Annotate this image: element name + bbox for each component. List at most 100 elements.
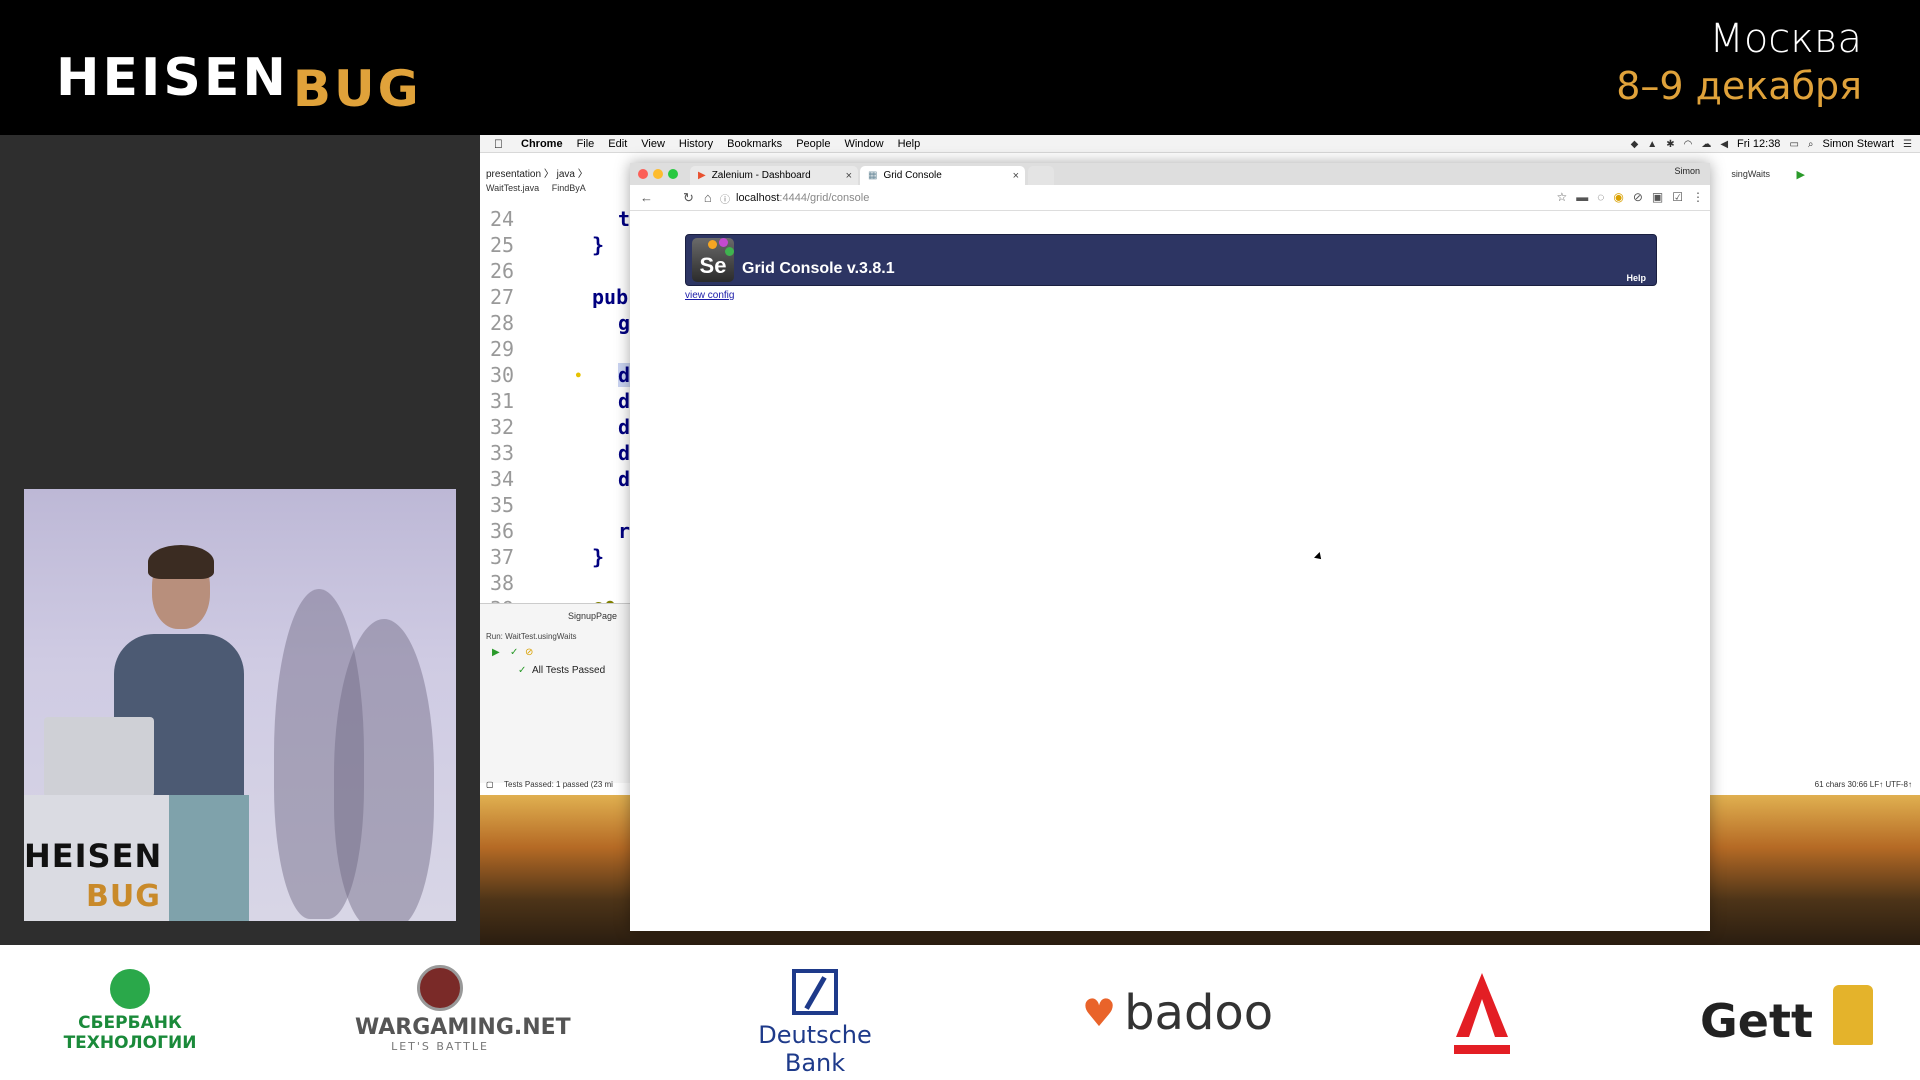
ide-tab-waittest[interactable]: WaitTest.java <box>486 183 539 193</box>
line-number: 24 <box>490 207 515 231</box>
code-fragment-selected[interactable]: d <box>618 363 631 387</box>
ext-icon[interactable]: ☑ <box>1672 190 1683 204</box>
notification-center-icon[interactable]: ☰ <box>1903 139 1912 150</box>
code-fragment[interactable]: d <box>618 441 630 465</box>
ext-icon[interactable]: ◌ <box>1597 190 1604 204</box>
maximize-window-icon[interactable] <box>668 169 678 179</box>
docker-icon[interactable]: ▲ <box>1647 139 1657 150</box>
url-path: :4444/grid/console <box>779 192 870 204</box>
line-number: 26 <box>490 259 515 283</box>
bluetooth-icon[interactable]: ✱ <box>1666 139 1674 150</box>
logo-heisen-text: HEISEN <box>56 48 289 108</box>
laptop <box>44 717 154 797</box>
ide-tab-findbya[interactable]: FindByA <box>552 183 586 193</box>
battery-icon[interactable]: ▭ <box>1789 139 1798 150</box>
line-number: 36 <box>490 519 515 543</box>
menu-window[interactable]: Window <box>844 138 883 150</box>
line-number: 35 <box>490 493 515 517</box>
code-fragment[interactable]: t <box>618 207 630 231</box>
ide-run-button-icon[interactable]: ▶ <box>1797 168 1805 181</box>
gett-taxi-logo-icon <box>1832 985 1873 1045</box>
menu-edit[interactable]: Edit <box>608 138 627 150</box>
code-fragment[interactable]: d <box>618 389 630 413</box>
menu-view[interactable]: View <box>641 138 665 150</box>
extension-icons: ☆ ▬ ◌ ◉ ⊘ ▣ ☑ ⋮ <box>1547 190 1704 204</box>
sponsor-wargaming: WARGAMING.NET LET'S BATTLE <box>355 965 571 1053</box>
menubar-user[interactable]: Simon Stewart <box>1823 138 1895 150</box>
code-fragment[interactable]: } <box>592 233 604 257</box>
logo-dot <box>708 240 717 249</box>
back-arrow-icon[interactable]: ← <box>640 190 653 205</box>
ide-tabs: WaitTest.java FindByA <box>486 183 586 193</box>
menu-dots-icon[interactable]: ⋮ <box>1692 190 1704 204</box>
check-icon[interactable]: ✓ <box>510 647 518 658</box>
spotlight-icon[interactable]: ⌕ <box>1808 139 1814 150</box>
menu-bookmarks[interactable]: Bookmarks <box>727 138 782 150</box>
tab-zalenium-dashboard[interactable]: ▶ Zalenium - Dashboard × <box>690 166 858 185</box>
volume-icon[interactable]: ◀ <box>1720 139 1728 150</box>
code-fragment[interactable]: d <box>618 467 630 491</box>
screen-capture:  Chrome File Edit View History Bookmark… <box>480 135 1920 945</box>
logo-bug-text: BUG <box>292 60 422 118</box>
ext-icon[interactable]: ⊘ <box>1633 190 1643 204</box>
info-icon[interactable]: ⓘ <box>720 191 730 206</box>
ide-run-config[interactable]: singWaits <box>1731 169 1770 179</box>
sponsor-badoo: ♥ badoo <box>1082 985 1273 1041</box>
event-city: Москва <box>1709 16 1862 62</box>
sponsor-sberbank-label: СБЕРБАНК ТЕХНОЛОГИИ <box>63 1013 197 1053</box>
close-tab-icon[interactable]: × <box>1013 170 1019 182</box>
close-tab-icon[interactable]: × <box>846 170 852 182</box>
sponsor-badoo-label: badoo <box>1124 985 1274 1041</box>
minimize-window-icon[interactable] <box>653 169 663 179</box>
line-number: 34 <box>490 467 515 491</box>
tab-grid-console[interactable]: ▦ Grid Console × <box>860 166 1025 185</box>
wifi-icon[interactable]: ◠ <box>1684 139 1693 150</box>
menu-app-name[interactable]: Chrome <box>521 138 563 150</box>
menu-help[interactable]: Help <box>898 138 921 150</box>
view-config-link[interactable]: view config <box>685 290 734 301</box>
lightbulb-icon[interactable]: ● <box>575 369 582 381</box>
sponsor-wargaming-tagline: LET'S BATTLE <box>391 1040 489 1053</box>
line-number: 27 <box>490 285 515 309</box>
close-window-icon[interactable] <box>638 169 648 179</box>
menu-people[interactable]: People <box>796 138 830 150</box>
stop-icon[interactable]: ⊘ <box>525 647 533 658</box>
new-tab-button[interactable] <box>1028 166 1054 185</box>
address-bar[interactable]: ⓘ localhost :4444/grid/console <box>720 188 1540 208</box>
line-number: 31 <box>490 389 515 413</box>
reload-icon[interactable]: ↻ <box>683 190 694 206</box>
menu-file[interactable]: File <box>577 138 595 150</box>
apple-icon[interactable]:  <box>494 137 503 151</box>
code-fragment[interactable]: pub <box>592 285 628 309</box>
help-link[interactable]: Help <box>1626 273 1646 283</box>
cloud-icon[interactable]: ☁ <box>1701 139 1711 150</box>
tests-passed-label[interactable]: All Tests Passed <box>532 665 605 676</box>
ext-icon[interactable]: ▬ <box>1576 190 1588 204</box>
podium-logo-bug: BUG <box>86 879 161 914</box>
ext-icon[interactable]: ◉ <box>1613 190 1623 204</box>
speaker-hair <box>148 545 214 579</box>
dropbox-icon[interactable]: ◆ <box>1631 139 1639 150</box>
menu-history[interactable]: History <box>679 138 713 150</box>
ext-icon[interactable]: ▣ <box>1652 190 1663 204</box>
ide-signup-tab[interactable]: SignupPage <box>568 611 617 621</box>
line-number: 28 <box>490 311 515 335</box>
star-icon[interactable]: ☆ <box>1556 190 1567 204</box>
code-fragment[interactable]: r <box>618 519 630 543</box>
browser-profile-name[interactable]: Simon <box>1674 166 1700 176</box>
ide-breadcrumb[interactable]: presentation 〉 java 〉 <box>486 165 588 180</box>
menubar-status-area: ◆ ▲ ✱ ◠ ☁ ◀ Fri 12:38 ▭ ⌕ Simon Stewart … <box>1622 135 1912 153</box>
code-fragment[interactable]: d <box>618 415 630 439</box>
line-number: 38 <box>490 571 515 595</box>
line-number: 33 <box>490 441 515 465</box>
wargaming-logo-icon <box>417 965 463 1011</box>
line-number: 25 <box>490 233 515 257</box>
menubar-clock[interactable]: Fri 12:38 <box>1737 138 1780 150</box>
home-icon[interactable]: ⌂ <box>704 190 712 205</box>
tests-passed-icon: ✓ <box>518 665 527 676</box>
tab-title: Zalenium - Dashboard <box>711 170 811 181</box>
run-icon[interactable]: ▶ <box>492 647 500 658</box>
sberbank-logo-icon <box>110 969 150 1009</box>
code-fragment[interactable]: } <box>592 545 604 569</box>
code-fragment[interactable]: g <box>618 311 630 335</box>
